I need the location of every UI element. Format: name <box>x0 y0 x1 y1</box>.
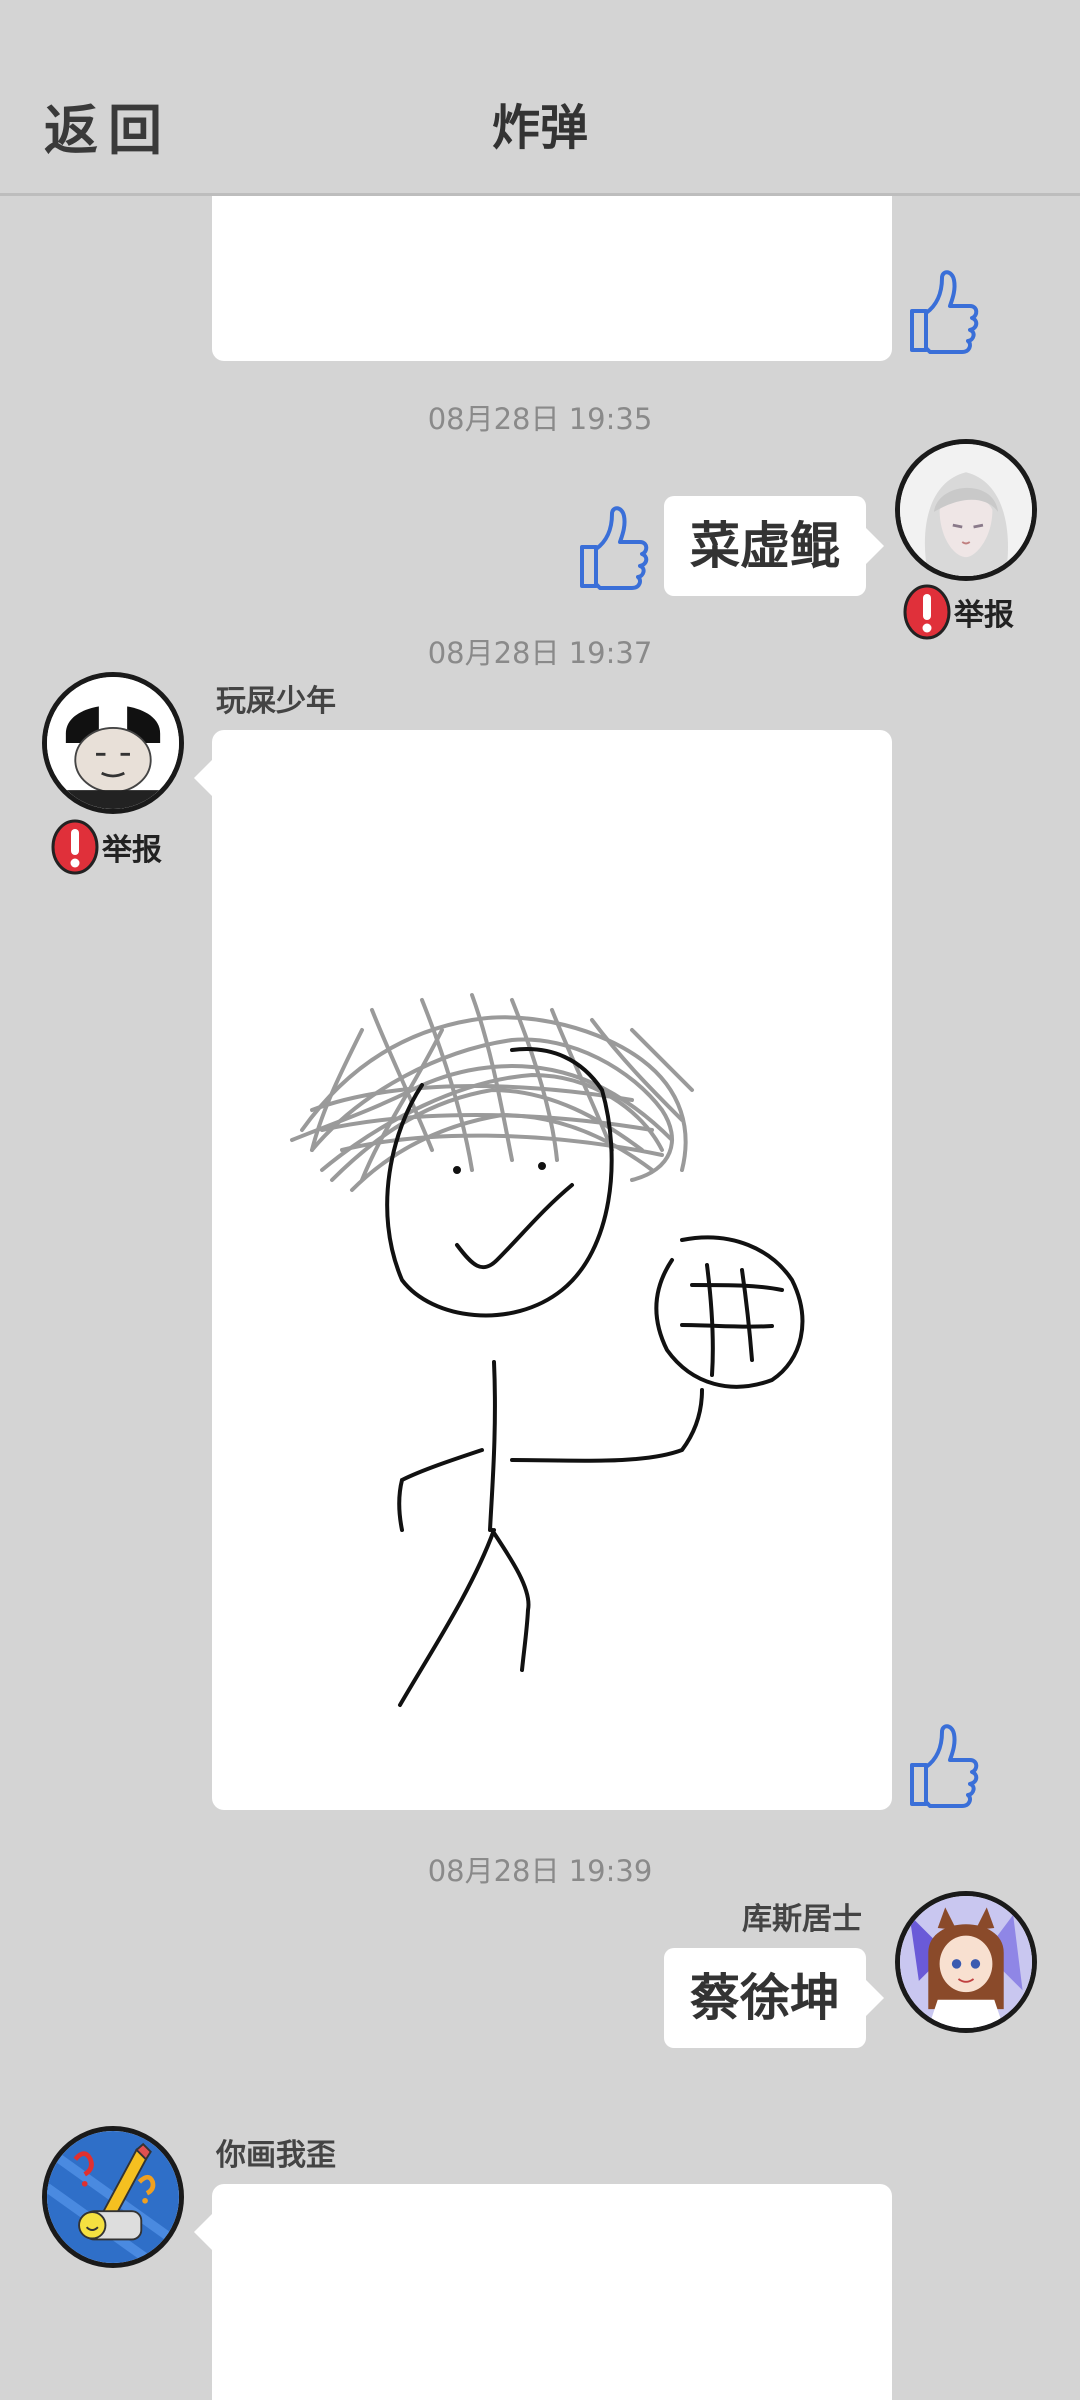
thumbs-up-icon[interactable] <box>902 266 980 356</box>
report-label: 举报 <box>954 598 1014 633</box>
message-timestamp: 08月28日 19:35 <box>427 402 653 436</box>
avatar[interactable] <box>895 439 1037 581</box>
report-button[interactable]: 举报 <box>50 819 162 875</box>
sender-name: 玩屎少年 <box>216 684 336 719</box>
drawing-canvas <box>290 993 805 1707</box>
sender-name: 库斯居士 <box>742 1902 862 1937</box>
chat-list[interactable]: 08月28日 19:35 菜虚鲲 举报 08月28日 19:37 举报 玩屎少年… <box>0 196 1080 2400</box>
message-timestamp: 08月28日 19:37 <box>427 636 653 670</box>
drawing-bubble-previous[interactable] <box>212 196 892 361</box>
drawing-bubble[interactable] <box>194 730 892 1810</box>
report-label: 举报 <box>102 833 162 868</box>
top-bar: 返回 炸弹 <box>0 0 1080 196</box>
avatar[interactable] <box>42 2126 184 2268</box>
avatar[interactable] <box>42 672 184 814</box>
thumbs-up-icon[interactable] <box>902 1720 980 1810</box>
exclamation-icon <box>51 819 99 875</box>
sender-name: 你画我歪 <box>216 2138 336 2173</box>
drawing-bubble-next[interactable] <box>194 2184 892 2400</box>
message-text[interactable]: 菜虚鲲 <box>664 496 884 596</box>
message-text[interactable]: 蔡徐坤 <box>664 1948 884 2048</box>
thumbs-up-icon[interactable] <box>572 502 650 592</box>
page-title: 炸弹 <box>491 100 588 156</box>
message-timestamp: 08月28日 19:39 <box>427 1854 653 1888</box>
avatar[interactable] <box>895 1891 1037 2033</box>
